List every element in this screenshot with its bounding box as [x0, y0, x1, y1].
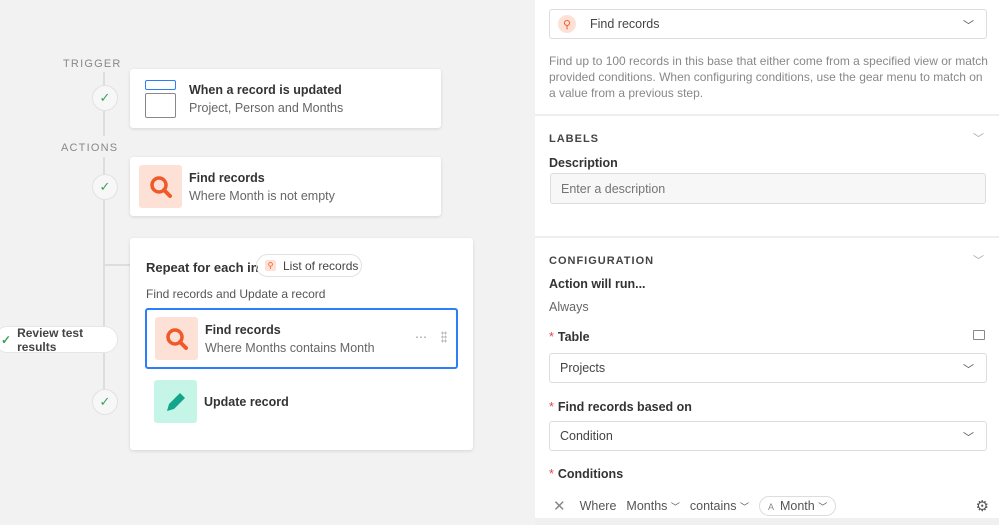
value-chip[interactable]: A Month ﹀	[758, 496, 837, 516]
configuration-header: CONFIGURATION	[549, 255, 655, 267]
operator-select[interactable]: contains ﹀	[690, 499, 749, 513]
chevron-down-icon: ﹀	[670, 502, 680, 512]
trigger-title: When a record is updated	[189, 82, 342, 97]
description-input[interactable]	[550, 173, 986, 204]
trigger-section-label: TRIGGER	[63, 58, 122, 70]
step-subtitle: Where Months contains Month	[205, 340, 375, 355]
remove-condition-icon[interactable]: ✕	[553, 497, 566, 515]
chevron-down-icon: ﹀	[963, 432, 974, 444]
chevron-down-icon: ﹀	[963, 364, 974, 376]
trigger-subtitle: Project, Person and Months	[189, 100, 344, 115]
divider	[535, 236, 999, 238]
help-text: Find up to 100 records in this base that…	[549, 54, 988, 100]
text-field-icon: A	[767, 502, 774, 512]
pencil-icon	[154, 380, 197, 423]
where-label: Where	[579, 499, 617, 513]
more-icon[interactable]: ⋯	[415, 330, 427, 344]
table-label: * Table	[549, 330, 590, 344]
trigger-card[interactable]: When a record is updated Project, Person…	[130, 69, 441, 128]
table-value: Projects	[560, 361, 606, 375]
description-label: Description	[549, 156, 618, 170]
flow-line	[103, 352, 105, 392]
search-icon: ⚲	[558, 15, 576, 33]
expand-icon[interactable]	[973, 330, 985, 340]
review-label: Review test results	[17, 325, 84, 354]
action-type-select[interactable]: ⚲ Find records ﹀	[549, 9, 987, 39]
field-select[interactable]: Months ﹀	[626, 499, 680, 513]
config-panel: ⚲ Find records ﹀ Find up to 100 records …	[535, 0, 999, 525]
search-icon	[155, 317, 198, 360]
chevron-down-icon: ﹀	[739, 502, 749, 512]
table-select[interactable]: Projects ﹀	[549, 353, 987, 383]
based-on-label: * Find records based on	[549, 400, 692, 414]
check-icon: ✓	[92, 389, 118, 415]
repeat-group: Repeat for each in ⚲ List of records Fin…	[130, 238, 473, 450]
find-records-step-selected[interactable]: Find records Where Months contains Month…	[145, 308, 458, 369]
list-of-records-chip[interactable]: ⚲ List of records	[256, 254, 362, 277]
chip-label: List of records	[283, 258, 359, 273]
search-icon	[139, 165, 182, 208]
conditions-label: * Conditions	[549, 467, 624, 481]
chevron-down-icon: ﹀	[818, 502, 828, 512]
review-test-results-button[interactable]: ✓ Review test results	[0, 325, 118, 354]
branch-line	[104, 264, 130, 266]
chevron-down-icon[interactable]: ﹀	[973, 130, 984, 146]
action-type-value: Find records	[590, 17, 660, 31]
divider	[535, 114, 999, 116]
actions-section-label: ACTIONS	[61, 142, 119, 154]
based-on-select[interactable]: Condition ﹀	[549, 421, 987, 451]
check-icon: ✓	[92, 174, 118, 200]
check-icon: ✓	[1, 332, 12, 347]
step-title: Find records	[205, 322, 281, 337]
find-subtitle: Where Month is not empty	[189, 188, 335, 203]
chevron-down-icon[interactable]: ﹀	[973, 252, 984, 268]
chevron-down-icon: ﹀	[963, 20, 974, 32]
condition-row: ✕ Where Months ﹀ contains ﹀ A Month ﹀ ⚙	[553, 496, 989, 516]
update-record-step[interactable]: Update record	[154, 380, 289, 423]
run-value: Always	[549, 300, 589, 314]
panel-scroll-bar[interactable]	[535, 518, 999, 525]
drag-handle-icon[interactable]	[441, 331, 447, 343]
record-form-icon	[145, 79, 176, 118]
find-records-card[interactable]: Find records Where Month is not empty	[130, 157, 441, 216]
labels-header: LABELS	[549, 133, 599, 145]
repeat-title: Repeat for each in	[146, 260, 259, 275]
gear-icon[interactable]: ⚙	[976, 497, 989, 515]
based-on-value: Condition	[560, 429, 613, 443]
check-icon: ✓	[92, 85, 118, 111]
find-title: Find records	[189, 170, 265, 185]
step-title: Update record	[204, 394, 289, 409]
repeat-description: Find records and Update a record	[146, 287, 326, 301]
run-label: Action will run...	[549, 277, 646, 291]
search-icon: ⚲	[265, 260, 276, 271]
